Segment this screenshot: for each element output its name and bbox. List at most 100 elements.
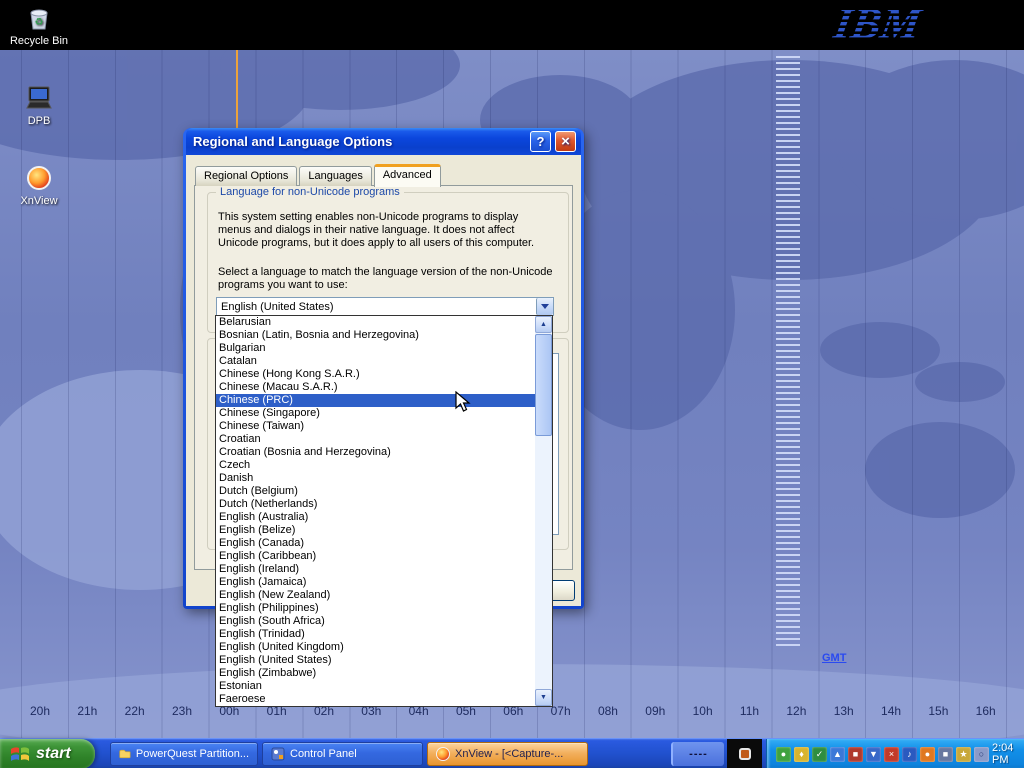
dropdown-item[interactable]: English (Ireland) xyxy=(216,563,535,576)
svg-text:IBM: IBM xyxy=(829,0,926,48)
desktop-icon-label: DPB xyxy=(28,115,51,127)
desktop-icon-label: Recycle Bin xyxy=(10,35,68,47)
group-box-title: Language for non-Unicode programs xyxy=(216,186,404,198)
timezone-hour-label: 07h xyxy=(551,704,571,718)
tray-icon[interactable]: ■ xyxy=(848,747,863,762)
dropdown-item[interactable]: Chinese (Macau S.A.R.) xyxy=(216,381,535,394)
combobox-dropdown-button[interactable] xyxy=(536,298,553,315)
window-title: Regional and Language Options xyxy=(193,134,392,149)
scrollbar-thumb[interactable] xyxy=(535,334,552,436)
date-line-hatched-band xyxy=(776,56,800,646)
tray-icon[interactable]: ★ xyxy=(956,747,971,762)
dropdown-item[interactable]: Faeroese xyxy=(216,693,535,706)
taskbar-button-control-panel[interactable]: Control Panel xyxy=(262,742,423,766)
dropdown-item[interactable]: Bulgarian xyxy=(216,342,535,355)
dropdown-item[interactable]: Czech xyxy=(216,459,535,472)
window-titlebar[interactable]: Regional and Language Options ? × xyxy=(186,128,581,155)
dropdown-item[interactable]: English (United Kingdom) xyxy=(216,641,535,654)
taskbar-button-xnview[interactable]: XnView - [<Capture-... xyxy=(427,742,588,766)
tray-icon[interactable]: ✓ xyxy=(812,747,827,762)
tray-clock[interactable]: 2:04 PM xyxy=(992,742,1014,766)
group-instruction: Select a language to match the language … xyxy=(218,266,554,292)
dropdown-item[interactable]: English (New Zealand) xyxy=(216,589,535,602)
dropdown-item[interactable]: Chinese (PRC) xyxy=(216,394,535,407)
dropdown-item[interactable]: Dutch (Belgium) xyxy=(216,485,535,498)
tab-advanced[interactable]: Advanced xyxy=(374,164,441,187)
combobox-value: English (United States) xyxy=(221,301,334,313)
desktop-icon-recycle-bin[interactable]: ♻ Recycle Bin xyxy=(2,4,76,47)
language-combobox[interactable]: English (United States) xyxy=(216,297,554,316)
start-button[interactable]: start xyxy=(0,739,95,768)
timezone-hour-label: 11h xyxy=(740,704,759,718)
tray-icon[interactable]: ♦ xyxy=(794,747,809,762)
timezone-hour-label: 10h xyxy=(693,704,713,718)
timezone-hour-label: 13h xyxy=(834,704,854,718)
scroll-up-button[interactable]: ▲ xyxy=(535,316,552,333)
timezone-hour-label: 22h xyxy=(125,704,145,718)
dropdown-item[interactable]: Chinese (Hong Kong S.A.R.) xyxy=(216,368,535,381)
dropdown-item[interactable]: Croatian xyxy=(216,433,535,446)
tray-icon[interactable]: × xyxy=(884,747,899,762)
tray-icons: ● ♦ ✓ ▲ ■ ▼ × ♪ ● ■ xyxy=(776,747,989,762)
dropdown-item[interactable]: English (Zimbabwe) xyxy=(216,667,535,680)
tab-regional-options[interactable]: Regional Options xyxy=(195,166,297,186)
dropdown-item[interactable]: English (Trinidad) xyxy=(216,628,535,641)
group-description: This system setting enables non-Unicode … xyxy=(218,211,554,250)
timezone-hour-label: 21h xyxy=(77,704,97,718)
dropdown-item[interactable]: English (South Africa) xyxy=(216,615,535,628)
scroll-down-button[interactable]: ▼ xyxy=(535,689,552,706)
taskbar-dark-toolbar[interactable] xyxy=(727,739,762,768)
dropdown-item[interactable]: Belarusian xyxy=(216,316,535,329)
dropdown-item[interactable]: Chinese (Taiwan) xyxy=(216,420,535,433)
dropdown-item[interactable]: Danish xyxy=(216,472,535,485)
laptop-icon xyxy=(24,84,54,112)
taskbar-button-label: Control Panel xyxy=(290,748,357,760)
tray-icon[interactable]: ▲ xyxy=(830,747,845,762)
xnview-icon xyxy=(24,164,54,192)
timezone-hour-label: 12h xyxy=(786,704,806,718)
dropdown-item[interactable]: English (United States) xyxy=(216,654,535,667)
timezone-hour-label: 16h xyxy=(976,704,996,718)
taskbar-button-label: XnView - [<Capture-... xyxy=(455,748,563,760)
tab-strip: Regional Options Languages Advanced xyxy=(195,164,443,186)
recycle-bin-icon: ♻ xyxy=(24,4,54,32)
tray-icon[interactable]: ○ xyxy=(974,747,989,762)
help-button[interactable]: ? xyxy=(530,131,551,152)
dropdown-item[interactable]: English (Australia) xyxy=(216,511,535,524)
dropdown-item[interactable]: English (Canada) xyxy=(216,537,535,550)
control-panel-icon xyxy=(271,747,285,761)
tray-icon[interactable]: ● xyxy=(920,747,935,762)
dropdown-item[interactable]: Croatian (Bosnia and Herzegovina) xyxy=(216,446,535,459)
dropdown-item[interactable]: English (Jamaica) xyxy=(216,576,535,589)
dropdown-scrollbar[interactable]: ▲ ▼ xyxy=(535,316,552,706)
language-dropdown-list[interactable]: ▲ ▼ Belarusian Bosnian (Latin, Bosnia an… xyxy=(215,315,553,707)
taskbar-button-powerquest[interactable]: PowerQuest Partition... xyxy=(110,742,258,766)
system-tray: ● ♦ ✓ ▲ ■ ▼ × ♪ ● ■ xyxy=(766,739,1024,768)
taskbar-button-label: PowerQuest Partition... xyxy=(136,748,249,760)
taskbar-toolbar[interactable]: ---- xyxy=(671,742,724,766)
dropdown-item[interactable]: Bosnian (Latin, Bosnia and Herzegovina) xyxy=(216,329,535,342)
dropdown-item[interactable]: Catalan xyxy=(216,355,535,368)
chevron-down-icon xyxy=(541,304,549,309)
svg-text:♻: ♻ xyxy=(35,17,44,28)
tray-icon[interactable]: ♪ xyxy=(902,747,917,762)
close-button[interactable]: × xyxy=(555,131,576,152)
dropdown-item[interactable]: Chinese (Singapore) xyxy=(216,407,535,420)
top-band: ♻ Recycle Bin IBM xyxy=(0,0,1024,50)
tab-languages[interactable]: Languages xyxy=(299,166,371,186)
dropdown-item[interactable]: Dutch (Netherlands) xyxy=(216,498,535,511)
tray-icon[interactable]: ■ xyxy=(938,747,953,762)
dropdown-item[interactable]: English (Caribbean) xyxy=(216,550,535,563)
desktop-icon-xnview[interactable]: XnView xyxy=(2,164,76,207)
dropdown-item[interactable]: Estonian xyxy=(216,680,535,693)
gmt-label: GMT xyxy=(822,652,846,664)
desktop-icon-dpb[interactable]: DPB xyxy=(2,84,76,127)
toolbar-app-icon xyxy=(739,748,751,760)
timezone-hour-label: 09h xyxy=(645,704,665,718)
timezone-hour-label: 23h xyxy=(172,704,192,718)
dropdown-item[interactable]: English (Belize) xyxy=(216,524,535,537)
start-label: start xyxy=(36,745,71,763)
tray-icon[interactable]: ▼ xyxy=(866,747,881,762)
dropdown-item[interactable]: English (Philippines) xyxy=(216,602,535,615)
tray-icon[interactable]: ● xyxy=(776,747,791,762)
